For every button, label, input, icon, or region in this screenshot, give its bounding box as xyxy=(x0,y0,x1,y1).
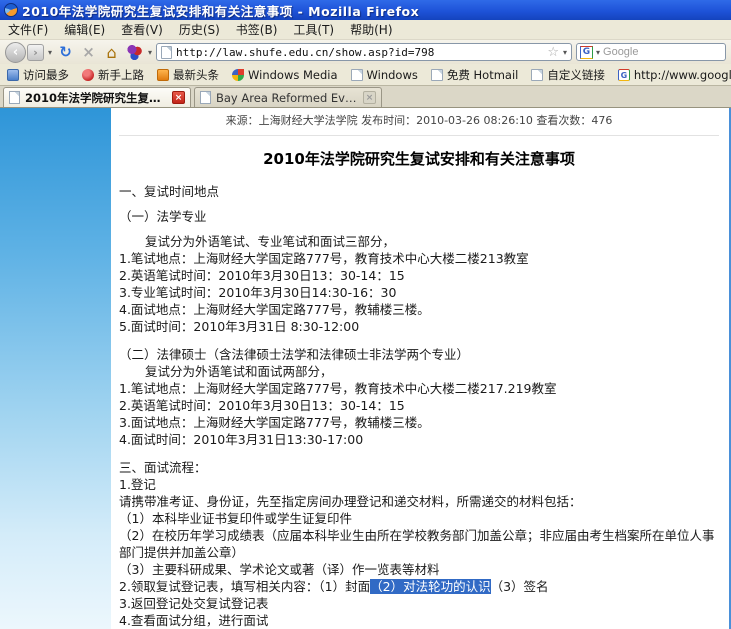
selected-text: （2）对法轮功的认识 xyxy=(370,579,490,594)
tab-active[interactable]: 2010年法学院研究生复试安… × xyxy=(3,87,191,107)
menu-item[interactable]: 帮助(H) xyxy=(350,21,392,38)
bookmark-item[interactable]: 免费 Hotmail xyxy=(431,67,519,83)
menu-item[interactable]: 编辑(E) xyxy=(64,21,105,38)
text-segment: 2.领取复试登记表，填写相关内容：（1）封面 xyxy=(119,579,370,594)
tab-title: Bay Area Reformed Evangeli… xyxy=(216,91,358,105)
latest-headlines-icon xyxy=(157,69,169,81)
article-body: 一、复试时间地点（一）法学专业复试分为外语笔试、专业笔试和面试三部分，1.笔试地… xyxy=(119,183,719,629)
addon-button[interactable] xyxy=(125,43,144,62)
article-line: （一）法学专业 xyxy=(119,208,719,225)
page-icon xyxy=(351,69,363,81)
url-input[interactable] xyxy=(176,46,543,59)
bookmark-label: 免费 Hotmail xyxy=(447,67,519,83)
forward-button[interactable]: › xyxy=(27,44,44,61)
menu-item[interactable]: 文件(F) xyxy=(8,21,48,38)
menu-item[interactable]: 工具(T) xyxy=(293,21,334,38)
article-line: 1.笔试地点：上海财经大学国定路777号，教育技术中心大楼二楼217.219教室 xyxy=(119,380,719,397)
article-line: 2.领取复试登记表，填写相关内容：（1）封面（2）对法轮功的认识（3）签名 xyxy=(119,578,719,595)
bookmarks-toolbar: 访问最多 新手上路 最新头条 Windows Media Windows 免费 Hotma… xyxy=(0,64,731,86)
page-icon xyxy=(431,69,443,81)
article-line: 2.英语笔试时间：2010年3月30日13：30-14：15 xyxy=(119,267,719,284)
bookmark-label: Windows xyxy=(367,68,418,82)
article-line: 4.面试地点：上海财经大学国定路777号，教辅楼三楼。 xyxy=(119,301,719,318)
article-line: 复试分为外语笔试和面试两部分， xyxy=(119,363,719,380)
bookmark-label: Windows Media xyxy=(248,68,338,82)
reload-button[interactable]: ↻ xyxy=(56,43,75,62)
windows-media-icon xyxy=(232,69,244,81)
title-bar: 2010年法学院研究生复试安排和有关注意事项 - Mozilla Firefox xyxy=(0,0,731,20)
article-line: 3.返回登记处交复试登记表 xyxy=(119,595,719,612)
article-line: 3.专业笔试时间：2010年3月30日14:30-16：30 xyxy=(119,284,719,301)
bookmark-label: 新手上路 xyxy=(98,67,144,83)
menu-bar: 文件(F) 编辑(E) 查看(V) 历史(S) 书签(B) 工具(T) 帮助(H) xyxy=(0,20,731,40)
page-icon xyxy=(531,69,543,81)
getting-started-icon xyxy=(82,69,94,81)
firefox-logo-icon xyxy=(4,3,18,17)
back-button[interactable]: ‹ xyxy=(5,42,26,63)
home-button[interactable]: ⌂ xyxy=(102,43,121,62)
menu-item[interactable]: 查看(V) xyxy=(121,21,163,38)
bookmark-item[interactable]: Ghttp://www.google.… xyxy=(618,68,731,82)
article-line: （1）本科毕业证书复印件或学生证复印件 xyxy=(119,510,719,527)
article-line: （3）主要科研成果、学术论文或著（译）作一览表等材料 xyxy=(119,561,719,578)
bookmark-item[interactable]: 最新头条 xyxy=(157,67,219,83)
history-dropdown-icon[interactable]: ▾ xyxy=(48,48,52,57)
address-bar[interactable]: ☆ ▾ xyxy=(156,43,572,61)
navigation-toolbar: ‹ › ▾ ↻ × ⌂ ▾ ☆ ▾ G ▾ xyxy=(0,40,731,64)
bookmark-item[interactable]: Windows xyxy=(351,68,418,82)
bookmark-item[interactable]: 自定义链接 xyxy=(531,67,605,83)
bookmark-label: http://www.google.… xyxy=(634,68,731,82)
article-title: 2010年法学院研究生复试安排和有关注意事项 xyxy=(119,148,719,169)
google-search-icon: G xyxy=(580,46,593,59)
tab-inactive[interactable]: Bay Area Reformed Evangeli… × xyxy=(194,87,382,107)
article-line: （二）法律硕士（含法律硕士法学和法律硕士非法学两个专业） xyxy=(119,346,719,363)
bookmark-label: 最新头条 xyxy=(173,67,219,83)
divider xyxy=(119,135,719,136)
bookmark-label: 访问最多 xyxy=(23,67,69,83)
article-line: 三、面试流程： xyxy=(119,459,719,476)
page-content: 来源：上海财经大学法学院 发布时间：2010-03-26 08:26:10 查看… xyxy=(0,108,731,629)
bookmark-item[interactable]: 新手上路 xyxy=(82,67,144,83)
article-line: 1.登记 xyxy=(119,476,719,493)
article-meta: 来源：上海财经大学法学院 发布时间：2010-03-26 08:26:10 查看… xyxy=(119,112,719,128)
browser-window: 2010年法学院研究生复试安排和有关注意事项 - Mozilla Firefox… xyxy=(0,0,731,600)
search-input[interactable] xyxy=(603,46,722,58)
google-icon: G xyxy=(618,69,630,81)
bookmark-star-icon[interactable]: ☆ xyxy=(547,45,559,60)
site-favicon xyxy=(161,46,172,59)
menu-item[interactable]: 书签(B) xyxy=(236,21,278,38)
addon-dropdown-icon[interactable]: ▾ xyxy=(148,48,152,57)
article-line: 1.笔试地点：上海财经大学国定路777号，教育技术中心大楼二楼213教室 xyxy=(119,250,719,267)
page-icon xyxy=(9,91,20,104)
search-bar[interactable]: G ▾ xyxy=(576,43,726,61)
page-icon xyxy=(200,91,211,104)
article-line: （2）在校历年学习成绩表（应届本科毕业生由所在学校教务部门加盖公章；非应届由考生… xyxy=(119,527,719,561)
stop-button[interactable]: × xyxy=(79,43,98,62)
menu-item[interactable]: 历史(S) xyxy=(179,21,220,38)
article-line: 请携带准考证、身份证，先至指定房间办理登记和递交材料，所需递交的材料包括： xyxy=(119,493,719,510)
search-engine-dropdown-icon[interactable]: ▾ xyxy=(596,48,600,57)
tab-close-icon[interactable]: × xyxy=(172,91,185,104)
article-panel: 来源：上海财经大学法学院 发布时间：2010-03-26 08:26:10 查看… xyxy=(111,108,729,629)
window-title: 2010年法学院研究生复试安排和有关注意事项 - Mozilla Firefox xyxy=(22,1,419,20)
most-visited-icon xyxy=(7,69,19,81)
page-left-sidebar xyxy=(0,108,111,629)
article-line: 5.面试时间：2010年3月31日 8:30-12:00 xyxy=(119,318,719,335)
article-line: 4.面试时间：2010年3月31日13:30-17:00 xyxy=(119,431,719,448)
url-dropdown-icon[interactable]: ▾ xyxy=(563,48,567,57)
text-segment: （3）签名 xyxy=(491,579,549,594)
tab-title: 2010年法学院研究生复试安… xyxy=(25,90,167,106)
bookmark-label: 自定义链接 xyxy=(547,67,605,83)
article-line: 3.面试地点：上海财经大学国定路777号，教辅楼三楼。 xyxy=(119,414,719,431)
article-line: 复试分为外语笔试、专业笔试和面试三部分， xyxy=(119,233,719,250)
addon-balls-icon xyxy=(127,45,142,60)
tab-bar: 2010年法学院研究生复试安…×Bay Area Reformed Evange… xyxy=(0,86,731,108)
bookmark-item[interactable]: 访问最多 xyxy=(7,67,69,83)
article-line: 4.查看面试分组，进行面试 xyxy=(119,612,719,629)
tab-close-icon[interactable]: × xyxy=(363,91,376,104)
article-line: 2.英语笔试时间：2010年3月30日13：30-14：15 xyxy=(119,397,719,414)
bookmark-item[interactable]: Windows Media xyxy=(232,68,338,82)
article-line: 一、复试时间地点 xyxy=(119,183,719,200)
